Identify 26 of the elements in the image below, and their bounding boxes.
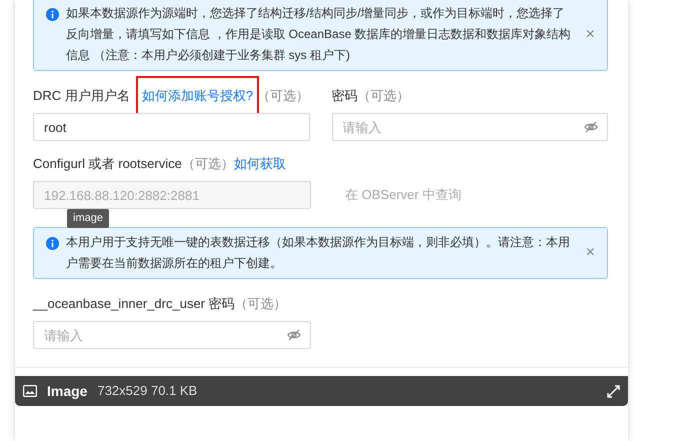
alert-message: 如果本数据源作为源端时，您选择了结构迁移/结构同步/增量同步，或作为目标端时，您选择了反向增量，请填写如下信息 ，作用是读取 OceanBase 数据库的增量日志数据和数据库对象结构信息 （注意：本用户必须创建于业务集群 sys 租户下)	[66, 5, 572, 64]
optional-label: （可选）	[234, 295, 287, 314]
password-field[interactable]: 请输入	[33, 321, 311, 349]
optional-label: （可选）	[257, 87, 310, 106]
input-field[interactable]: root	[33, 113, 310, 141]
field-label: DRC 用户用户名	[33, 87, 130, 106]
field-label: Configurl 或者 rootservice	[33, 155, 182, 174]
close-button[interactable]: ×	[582, 232, 599, 274]
image-title: Image	[47, 382, 88, 401]
field-label: __oceanbase_inner_drc_user 密码	[33, 295, 235, 314]
info-icon	[46, 237, 59, 250]
help-link[interactable]: 如何添加账号授权?	[138, 78, 258, 114]
info-icon	[46, 8, 59, 21]
image-icon	[23, 385, 37, 397]
optional-label: （可选）	[358, 87, 410, 106]
password-field[interactable]: 请输入	[332, 113, 608, 141]
expand-icon[interactable]	[607, 384, 620, 398]
alert-message: 本用户用于支持无唯一键的表数据迁移（如果本数据源作为目标端，则非必填）。请注意：本用户需要在当前数据源所在的租户下创建。	[66, 234, 571, 272]
image-info: 732x529 70.1 KB	[97, 382, 198, 400]
optional-label: （可选）	[182, 155, 234, 174]
hidden-eye-icon[interactable]	[584, 121, 598, 133]
image-tooltip: image	[67, 209, 109, 228]
query-hint: 在 OBServer 中查询	[345, 186, 462, 204]
field-label: 密码	[332, 87, 358, 106]
close-button[interactable]: ×	[582, 3, 599, 66]
hidden-eye-icon[interactable]	[287, 329, 301, 341]
